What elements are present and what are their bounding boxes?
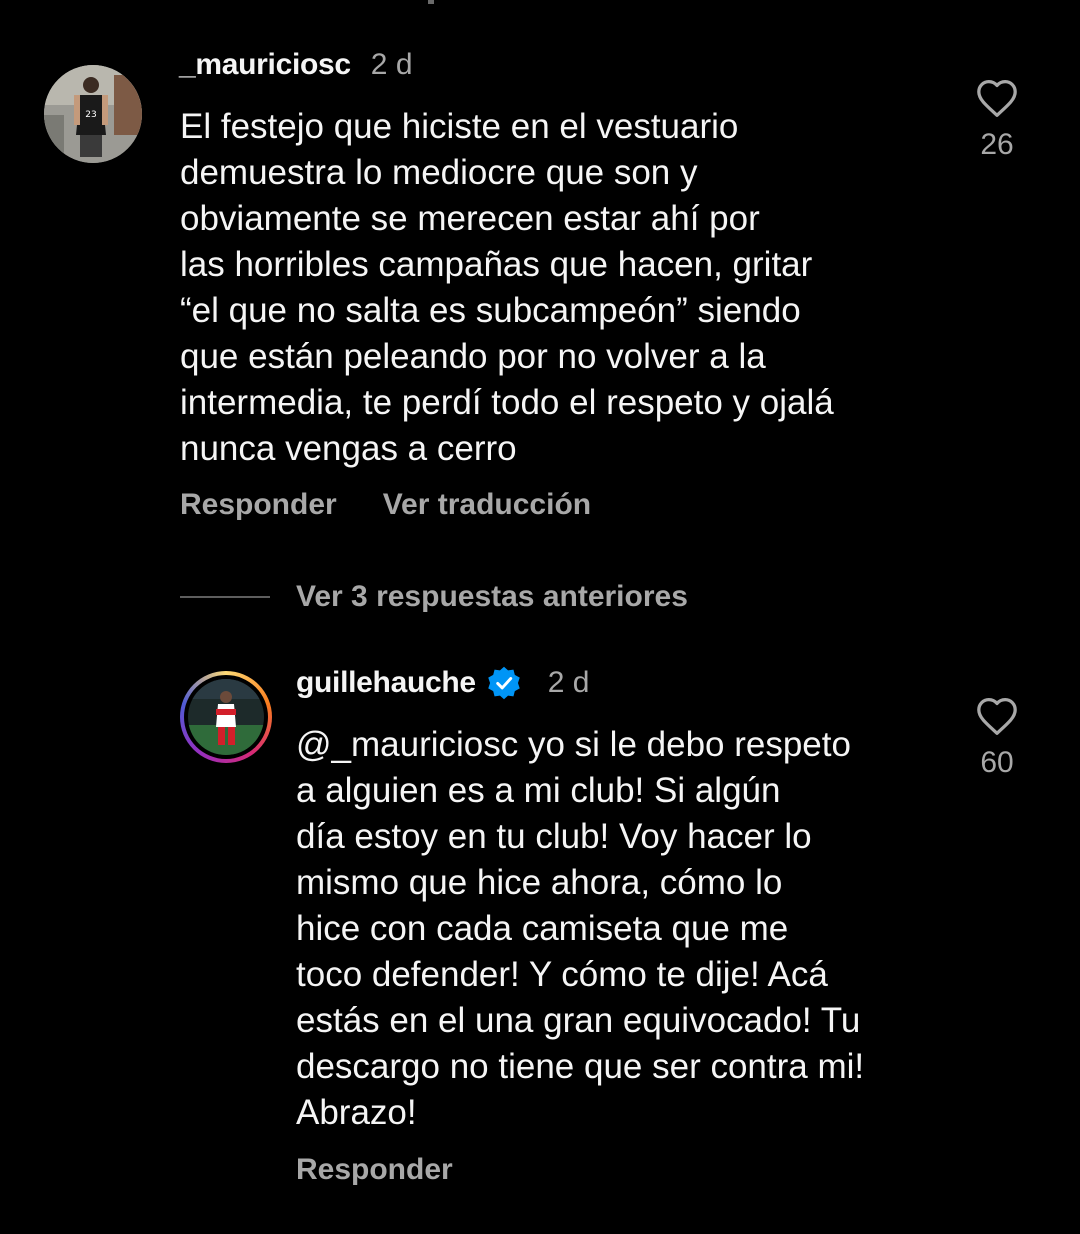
comment-line: demuestra lo mediocre que son y (180, 153, 698, 192)
avatar-guillehauche[interactable] (180, 671, 272, 763)
comment-line: nunca vengas a cerro (180, 429, 517, 468)
see-translation-button[interactable]: Ver traducción (383, 488, 591, 522)
comment-line: descargo no tiene que ser contra mi! (296, 1047, 865, 1086)
replies-divider (180, 596, 270, 598)
like-count: 60 (980, 746, 1014, 779)
comment-actions: Responder (296, 1153, 499, 1187)
comment-actions: Responder Ver traducción (180, 488, 637, 522)
comment-line: día estoy en tu club! Voy hacer lo (296, 817, 812, 856)
comment-line: hice con cada camiseta que me (296, 909, 789, 948)
comment-text: @_mauriciosc yo si le debo respeto a alg… (296, 722, 864, 1136)
like-control: 26 (957, 78, 1037, 162)
svg-text:23: 23 (85, 110, 96, 120)
like-control: 60 (957, 696, 1037, 780)
avatar-photo (188, 679, 264, 755)
reply-button[interactable]: Responder (180, 488, 337, 522)
reply-button[interactable]: Responder (296, 1153, 453, 1187)
comment-line: Abrazo! (296, 1093, 417, 1132)
view-replies-label[interactable]: Ver 3 respuestas anteriores (296, 580, 688, 614)
like-count: 26 (980, 128, 1014, 161)
comment-line: a alguien es a mi club! Si algún (296, 771, 781, 810)
timestamp: 2 d (547, 666, 590, 699)
comment-line: toco defender! Y cómo te dije! Acá (296, 955, 828, 994)
top-edge-mark (428, 0, 434, 4)
avatar-photo: 23 (44, 65, 142, 163)
timestamp: 2 d (370, 48, 413, 81)
comment-line: que están peleando por no volver a la (180, 337, 766, 376)
comment-header: _mauriciosc 2 d (179, 48, 413, 82)
username[interactable]: _mauriciosc (179, 48, 351, 82)
comment-line: intermedia, te perdí todo el respeto y o… (180, 383, 834, 422)
comment-line: El festejo que hiciste en el vestuario (180, 107, 739, 146)
heart-outline-icon[interactable] (975, 78, 1019, 118)
avatar-mauriciosc[interactable]: 23 (44, 65, 142, 163)
view-previous-replies[interactable]: Ver 3 respuestas anteriores (180, 580, 688, 614)
comment-text: El festejo que hiciste en el vestuario d… (180, 104, 834, 472)
heart-outline-icon[interactable] (975, 696, 1019, 736)
comment-line: obviamente se merecen estar ahí por (180, 199, 760, 238)
username[interactable]: guillehauche (296, 666, 476, 700)
comment-header: guillehauche 2 d (296, 665, 590, 701)
verified-badge-icon (488, 666, 520, 700)
comment-line: “el que no salta es subcampeón” siendo (180, 291, 801, 330)
comment-line: @_mauriciosc yo si le debo respeto (296, 725, 851, 764)
comment-line: estás en el una gran equivocado! Tu (296, 1001, 861, 1040)
comment-line: las horribles campañas que hacen, gritar (180, 245, 813, 284)
comment-line: mismo que hice ahora, cómo lo (296, 863, 783, 902)
